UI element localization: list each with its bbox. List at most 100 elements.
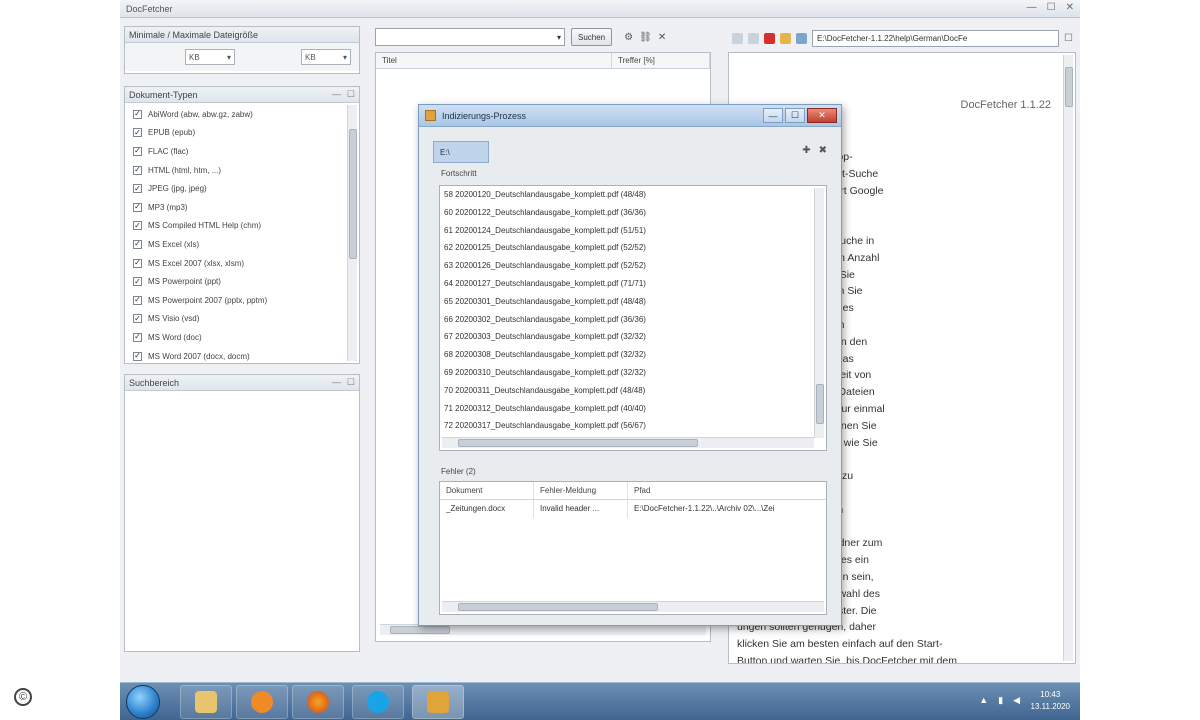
minimize-panel-icon[interactable]: —	[332, 377, 341, 388]
back-icon[interactable]	[732, 32, 743, 44]
maximize-panel-icon[interactable]: ☐	[1064, 33, 1076, 44]
type-checkbox[interactable]: ✓	[133, 295, 142, 305]
list-item[interactable]: ✓ AbiWord (abw, abw.gz, zabw)	[133, 105, 359, 124]
taskbar-docfetcher[interactable]	[412, 685, 464, 719]
list-item[interactable]: ✓ MS Excel 2007 (xlsx, xlsm)	[133, 254, 359, 273]
type-label: FLAC (flac)	[148, 146, 189, 156]
list-item[interactable]: ✓ EPUB (epub)	[133, 124, 359, 143]
column-hits[interactable]: Treffer [%]	[612, 53, 710, 68]
docfetcher-icon	[427, 691, 449, 713]
list-item[interactable]: ✓ MS Word (doc)	[133, 328, 359, 347]
help-scrollbar[interactable]	[1063, 55, 1073, 661]
add-icon[interactable]: ✚	[802, 145, 810, 156]
type-checkbox[interactable]: ✓	[133, 184, 142, 194]
volume-icon[interactable]: ◀	[1013, 695, 1020, 706]
type-checkbox[interactable]: ✓	[133, 146, 142, 156]
log-line: 58 20200120_Deutschlandausgabe_komplett.…	[444, 190, 646, 199]
clock-date: 13.11.2020	[1030, 702, 1070, 711]
error-path: E:\DocFetcher-1.1.22\..\Archiv 02\...\Ze…	[634, 504, 775, 513]
maximize-panel-icon[interactable]: ☐	[347, 377, 355, 388]
list-item[interactable]: ✓ MS Excel (xls)	[133, 235, 359, 254]
column-document[interactable]: Dokument	[440, 482, 534, 499]
minimize-panel-icon[interactable]: —	[332, 89, 341, 100]
type-checkbox[interactable]: ✓	[133, 165, 142, 175]
column-error-message[interactable]: Fehler-Meldung	[534, 482, 628, 499]
types-scrollbar[interactable]	[347, 105, 357, 361]
network-icon[interactable]: ▮	[998, 695, 1003, 706]
errors-hscrollbar[interactable]	[442, 601, 824, 612]
type-checkbox[interactable]: ✓	[133, 258, 142, 268]
type-label: MS Excel 2007 (xlsx, xlsm)	[148, 258, 245, 268]
maximize-button[interactable]: ☐	[1047, 2, 1056, 13]
clock[interactable]: 10:43 13.11.2020	[1031, 689, 1070, 713]
types-scrollbar-thumb[interactable]	[349, 129, 357, 259]
type-checkbox[interactable]: ✓	[133, 128, 142, 138]
url-field[interactable]: E:\DocFetcher-1.1.22\help\German\DocFe	[812, 29, 1059, 47]
search-button[interactable]: Suchen	[571, 28, 613, 46]
log-line: 68 20200308_Deutschlandausgabe_komplett.…	[444, 350, 646, 360]
log-line: 61 20200124_Deutschlandausgabe_komplett.…	[444, 225, 646, 235]
indexing-dialog: Indizierungs-Prozess — ☐ ✕ E:\ ✚ ✖ Forts…	[418, 104, 842, 626]
list-item[interactable]: ✓ MS Visio (vsd)	[133, 310, 359, 329]
type-label: MS Powerpoint (ppt)	[148, 277, 221, 287]
log-vscrollbar[interactable]	[814, 188, 824, 438]
type-checkbox[interactable]: ✓	[133, 314, 142, 324]
tray-arrow-icon[interactable]: ▲	[979, 695, 988, 706]
dialog-minimize-button[interactable]: —	[763, 108, 783, 123]
close-button[interactable]: ✕	[1066, 2, 1074, 13]
log-hscrollbar[interactable]	[442, 437, 814, 448]
taskbar-firefox[interactable]	[292, 685, 344, 719]
type-label: JPEG (jpg, jpeg)	[148, 184, 207, 194]
tab-drive-e[interactable]: E:\	[433, 141, 489, 163]
type-label: MS Word 2007 (docx, docm)	[148, 351, 250, 361]
collapse-icon[interactable]: ✕	[658, 32, 666, 43]
dialog-controls: — ☐ ✕	[763, 108, 837, 123]
list-item[interactable]: ✓ HTML (html, htm, ...)	[133, 161, 359, 180]
log-hscroll-thumb[interactable]	[458, 439, 698, 447]
taskbar-explorer[interactable]	[180, 685, 232, 719]
type-checkbox[interactable]: ✓	[133, 239, 142, 249]
errors-hscroll-thumb[interactable]	[458, 603, 658, 611]
minimize-button[interactable]: —	[1027, 2, 1037, 13]
list-item[interactable]: ✓ MS Compiled HTML Help (chm)	[133, 217, 359, 236]
list-item[interactable]: ✓ JPEG (jpg, jpeg)	[133, 179, 359, 198]
search-input[interactable]: ▾	[375, 28, 565, 46]
stop-icon[interactable]	[764, 32, 775, 44]
results-hscroll-thumb[interactable]	[390, 626, 450, 634]
taskbar-media[interactable]	[236, 685, 288, 719]
table-row[interactable]: _Zeitungen.docx Invalid header ... E:\Do…	[440, 500, 826, 518]
min-size-unit[interactable]: KB ▾	[185, 49, 235, 65]
link-icon[interactable]: ⛓	[639, 32, 652, 43]
list-item[interactable]: ✓ MS Powerpoint 2007 (pptx, pptm)	[133, 291, 359, 310]
open-browser-icon[interactable]	[796, 32, 807, 44]
column-title[interactable]: Titel	[376, 53, 612, 68]
list-item[interactable]: ✓ MS Powerpoint (ppt)	[133, 272, 359, 291]
type-checkbox[interactable]: ✓	[133, 109, 142, 119]
start-button[interactable]	[126, 685, 160, 719]
type-checkbox[interactable]: ✓	[133, 332, 142, 342]
type-checkbox[interactable]: ✓	[133, 221, 142, 231]
preferences-icon[interactable]: ⚙	[624, 32, 633, 43]
help-scrollbar-thumb[interactable]	[1065, 67, 1073, 107]
list-item[interactable]: ✓ FLAC (flac)	[133, 142, 359, 161]
home-icon[interactable]	[780, 32, 791, 44]
type-checkbox[interactable]: ✓	[133, 351, 142, 361]
errors-table: Dokument Fehler-Meldung Pfad _Zeitungen.…	[439, 481, 827, 615]
column-path[interactable]: Pfad	[628, 482, 826, 499]
log-vscroll-thumb[interactable]	[816, 384, 824, 424]
forward-icon[interactable]	[748, 32, 759, 44]
max-size-unit[interactable]: KB ▾	[301, 49, 351, 65]
type-checkbox[interactable]: ✓	[133, 277, 142, 287]
taskbar-skype[interactable]	[352, 685, 404, 719]
search-scope-panel: Suchbereich — ☐	[124, 374, 360, 652]
cancel-icon[interactable]: ✖	[819, 145, 827, 156]
list-item[interactable]: ✓ MS Word 2007 (docx, docm)	[133, 347, 359, 366]
dialog-close-button[interactable]: ✕	[807, 108, 837, 123]
size-filter-title: Minimale / Maximale Dateigröße	[129, 29, 259, 40]
maximize-panel-icon[interactable]: ☐	[347, 89, 355, 100]
list-item[interactable]: ✓ MP3 (mp3)	[133, 198, 359, 217]
dialog-maximize-button[interactable]: ☐	[785, 108, 805, 123]
type-label: MS Compiled HTML Help (chm)	[148, 221, 262, 231]
type-checkbox[interactable]: ✓	[133, 202, 142, 212]
progress-log-lines: 58 20200120_Deutschlandausgabe_komplett.…	[440, 186, 826, 435]
